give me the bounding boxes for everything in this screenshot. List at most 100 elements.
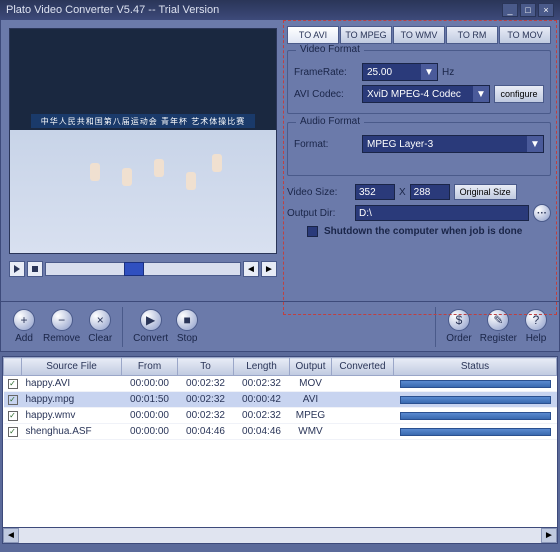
cell-status bbox=[394, 392, 557, 408]
remove-button[interactable]: −Remove bbox=[43, 309, 80, 344]
scroll-track[interactable] bbox=[19, 528, 541, 543]
register-button[interactable]: ✎Register bbox=[480, 309, 517, 344]
tab-to-wmv[interactable]: TO WMV bbox=[393, 26, 445, 44]
col-check[interactable] bbox=[4, 358, 22, 376]
x-icon: × bbox=[89, 309, 111, 331]
shutdown-row: Shutdown the computer when job is done bbox=[287, 226, 551, 237]
cell-length: 00:02:32 bbox=[234, 408, 290, 424]
scroll-right-icon[interactable]: ► bbox=[541, 528, 557, 543]
video-size-label: Video Size: bbox=[287, 187, 351, 198]
video-size-row: Video Size: 352 X 288 Original Size bbox=[287, 184, 551, 200]
table-row[interactable]: ✓happy.AVI00:00:0000:02:3200:02:32MOV bbox=[4, 376, 557, 392]
toolbar-divider bbox=[122, 307, 123, 347]
minus-icon: − bbox=[51, 309, 73, 331]
row-checkbox[interactable]: ✓ bbox=[8, 395, 18, 405]
work-area: 中华人民共和国第八届运动会 青年杯 艺术体操比赛 ◄ ► TO AVI TO M… bbox=[0, 20, 560, 302]
codec-label: AVI Codec: bbox=[294, 89, 358, 100]
cell-status bbox=[394, 376, 557, 392]
video-width-input[interactable]: 352 bbox=[355, 184, 395, 200]
stop-button[interactable]: ■Stop bbox=[176, 309, 198, 344]
codec-select[interactable]: XviD MPEG-4 Codec ▼ bbox=[362, 85, 490, 103]
minimize-button[interactable]: _ bbox=[502, 3, 518, 17]
cell-output: WMV bbox=[290, 424, 332, 440]
table-row[interactable]: ✓happy.wmv00:00:0000:02:3200:02:32MPEG bbox=[4, 408, 557, 424]
horizontal-scrollbar[interactable]: ◄ ► bbox=[2, 528, 558, 544]
settings-panel: TO AVI TO MPEG TO WMV TO RM TO MOV Video… bbox=[285, 20, 559, 301]
framerate-select[interactable]: 25.00 ▼ bbox=[362, 63, 438, 81]
col-status[interactable]: Status bbox=[394, 358, 557, 376]
preview-figure bbox=[154, 159, 164, 177]
multiply-label: X bbox=[399, 187, 406, 198]
col-source[interactable]: Source File bbox=[22, 358, 122, 376]
video-format-legend: Video Format bbox=[296, 44, 364, 55]
maximize-button[interactable]: □ bbox=[520, 3, 536, 17]
cell-output: MOV bbox=[290, 376, 332, 392]
audio-format-select[interactable]: MPEG Layer-3 ▼ bbox=[362, 135, 544, 153]
convert-button[interactable]: ▶Convert bbox=[133, 309, 168, 344]
col-output[interactable]: Output bbox=[290, 358, 332, 376]
tab-to-mov[interactable]: TO MOV bbox=[499, 26, 551, 44]
progress-bar bbox=[400, 396, 551, 404]
col-to[interactable]: To bbox=[178, 358, 234, 376]
browse-output-button[interactable]: ··· bbox=[533, 204, 551, 222]
shutdown-checkbox[interactable] bbox=[307, 226, 318, 237]
seek-forward-button[interactable]: ► bbox=[261, 261, 277, 277]
tab-to-avi[interactable]: TO AVI bbox=[287, 26, 339, 44]
cell-to: 00:04:46 bbox=[178, 424, 234, 440]
tab-to-rm[interactable]: TO RM bbox=[446, 26, 498, 44]
table-row[interactable]: ✓happy.mpg00:01:5000:02:3200:00:42AVI bbox=[4, 392, 557, 408]
row-checkbox[interactable]: ✓ bbox=[8, 427, 18, 437]
cell-status bbox=[394, 408, 557, 424]
seek-thumb[interactable] bbox=[124, 262, 144, 276]
cell-to: 00:02:32 bbox=[178, 408, 234, 424]
table-header-row: Source File From To Length Output Conver… bbox=[4, 358, 557, 376]
chevron-down-icon: ▼ bbox=[473, 86, 489, 102]
cell-from: 00:01:50 bbox=[122, 392, 178, 408]
framerate-value: 25.00 bbox=[367, 67, 392, 78]
cell-source: happy.mpg bbox=[22, 392, 122, 408]
original-size-button[interactable]: Original Size bbox=[454, 184, 517, 200]
framerate-label: FrameRate: bbox=[294, 67, 358, 78]
cell-source: happy.AVI bbox=[22, 376, 122, 392]
add-button[interactable]: +Add bbox=[13, 309, 35, 344]
chevron-down-icon: ▼ bbox=[527, 136, 543, 152]
cell-source: shenghua.ASF bbox=[22, 424, 122, 440]
seek-slider[interactable] bbox=[45, 262, 241, 276]
preview-column: 中华人民共和国第八届运动会 青年杯 艺术体操比赛 ◄ ► bbox=[1, 20, 285, 301]
chevron-down-icon: ▼ bbox=[421, 64, 437, 80]
row-checkbox[interactable]: ✓ bbox=[8, 379, 18, 389]
clear-button[interactable]: ×Clear bbox=[88, 309, 112, 344]
title-bar: Plato Video Converter V5.47 -- Trial Ver… bbox=[0, 0, 560, 20]
cell-output: MPEG bbox=[290, 408, 332, 424]
video-height-input[interactable]: 288 bbox=[410, 184, 450, 200]
configure-button[interactable]: configure bbox=[494, 85, 544, 103]
file-table: Source File From To Length Output Conver… bbox=[3, 357, 557, 440]
preview-image: 中华人民共和国第八届运动会 青年杯 艺术体操比赛 bbox=[10, 29, 276, 253]
stop-playback-button[interactable] bbox=[27, 261, 43, 277]
col-converted[interactable]: Converted bbox=[332, 358, 394, 376]
window-controls: _ □ × bbox=[502, 3, 554, 17]
codec-value: XviD MPEG-4 Codec bbox=[367, 89, 461, 100]
key-icon: ✎ bbox=[487, 309, 509, 331]
seek-back-button[interactable]: ◄ bbox=[243, 261, 259, 277]
row-checkbox[interactable]: ✓ bbox=[8, 411, 18, 421]
cell-to: 00:02:32 bbox=[178, 392, 234, 408]
table-row[interactable]: ✓shenghua.ASF00:00:0000:04:4600:04:46WMV bbox=[4, 424, 557, 440]
scroll-left-icon[interactable]: ◄ bbox=[3, 528, 19, 543]
help-button[interactable]: ?Help bbox=[525, 309, 547, 344]
audio-format-group: Audio Format Format: MPEG Layer-3 ▼ bbox=[287, 122, 551, 176]
preview-figure bbox=[186, 172, 196, 190]
close-button[interactable]: × bbox=[538, 3, 554, 17]
order-button[interactable]: $Order bbox=[446, 309, 472, 344]
col-length[interactable]: Length bbox=[234, 358, 290, 376]
col-from[interactable]: From bbox=[122, 358, 178, 376]
progress-bar bbox=[400, 428, 551, 436]
output-dir-input[interactable]: D:\ bbox=[355, 205, 529, 221]
cell-to: 00:02:32 bbox=[178, 376, 234, 392]
preview-figure bbox=[122, 168, 132, 186]
play-button[interactable] bbox=[9, 261, 25, 277]
tab-to-mpeg[interactable]: TO MPEG bbox=[340, 26, 392, 44]
audio-format-legend: Audio Format bbox=[296, 116, 364, 127]
preview-figure bbox=[90, 163, 100, 181]
cell-length: 00:02:32 bbox=[234, 376, 290, 392]
